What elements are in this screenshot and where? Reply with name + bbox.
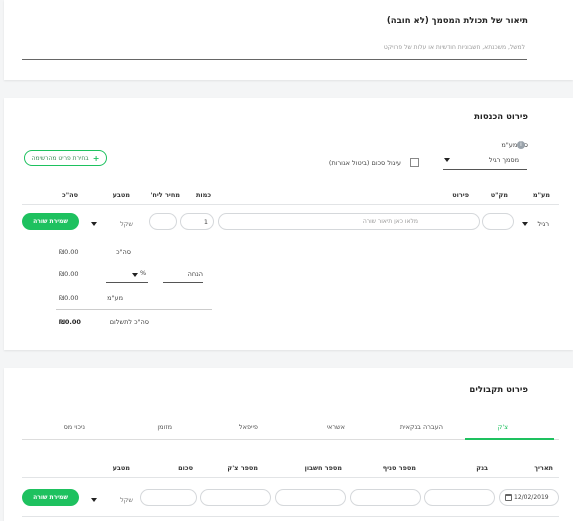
col-header-date: תאריך [534,464,553,472]
tab-paypal[interactable]: פייפאל [239,423,258,431]
vat-type-select[interactable]: מסמך רגיל [489,156,519,164]
bank-input[interactable] [424,489,495,506]
payments-title: פירוט תקבולים [469,385,528,395]
row-vat-select[interactable]: רגיל [538,220,550,228]
income-title: פירוט הכנסות [474,112,528,122]
payment-currency-select[interactable]: שקל [120,496,133,504]
vat-label: מע"מ [107,294,123,302]
col-header-total: סה"כ [62,191,78,199]
subtotal-value: ₪0.00 [59,248,79,256]
subtotal-label: סה"כ [116,248,131,256]
tab-credit[interactable]: אשראי [327,423,345,431]
account-input[interactable] [275,489,346,506]
payments-row-divider [22,516,559,517]
tab-cash[interactable]: מזומן [157,423,172,431]
col-header-detail: פירוט [452,191,469,199]
vat-type-underline [443,169,527,170]
discount-value: ₪0.00 [59,270,79,278]
col-header-currency: מטבע [112,191,130,199]
check-no-input[interactable] [200,489,271,506]
tab-tax-deduction[interactable]: ניכוי מס [64,423,85,431]
save-payment-row-button[interactable]: שמירת שורה [22,489,79,506]
branch-input[interactable] [350,489,421,506]
vat-type-chevron-down-icon[interactable] [444,158,450,162]
discount-amount-input[interactable] [163,282,203,283]
amount-input[interactable] [140,489,197,506]
grand-total-label: סה"כ לתשלום [109,318,149,326]
vat-value: ₪0.00 [59,294,79,302]
add-item-button[interactable]: בחירת פריט מהרשימה + [24,150,107,166]
row-qty-input[interactable]: 1 [180,213,214,230]
grand-total-value: ₪0.00 [59,318,81,326]
discount-type-underline [106,282,148,283]
row-unit-price-input[interactable] [149,213,177,230]
description-underline [22,59,527,60]
row-vat-chevron-down-icon[interactable] [522,222,528,226]
row-currency-chevron-down-icon[interactable] [91,222,97,226]
col-header-unit-price: מחיר ליח' [150,191,180,199]
header-divider [22,204,559,205]
round-label: עיגול סכום (ביטול אגורות) [328,159,401,167]
col-header-branch: מספר סניף [382,464,416,472]
col-header-currency: מטבע [112,464,130,472]
active-tab-indicator [465,438,554,440]
add-item-label: בחירת פריט מהרשימה [31,154,89,162]
plus-icon: + [92,153,100,163]
row-detail-input[interactable]: מלאו כאן תיאור שורה [218,213,480,230]
date-input[interactable]: 12/02/2019 [499,489,559,506]
col-header-qty: כמות [195,191,211,199]
percent-sign: % [140,269,147,277]
col-header-amount: סכום [178,464,193,472]
col-header-sku: מק"ט [490,191,508,199]
row-detail-placeholder: מלאו כאן תיאור שורה [362,218,418,225]
row-sku-input[interactable] [482,213,514,230]
save-row-button[interactable]: שמירת שורה [22,213,79,230]
payments-card: פירוט תקבולים צ'ק העברה בנקאית אשראי פיי… [4,368,573,521]
col-header-account: מספר חשבון [304,464,342,472]
description-input[interactable]: למשל, משכנתא, חשבוניות חודשיות או עלות ש… [384,44,525,51]
round-checkbox[interactable] [410,158,419,167]
row-qty-value: 1 [203,218,208,226]
description-card: תיאור של תכולת המסמך (לא חובה) למשל, משכ… [4,0,573,80]
summary-divider [56,309,212,310]
payments-header-divider [22,477,559,478]
description-title: תיאור של תכולת המסמך (לא חובה) [386,16,528,26]
payment-currency-chevron-down-icon[interactable] [91,498,97,502]
col-header-bank: בנק [476,464,488,472]
discount-type-chevron-down-icon[interactable] [132,273,138,277]
info-icon: i [517,141,525,149]
tab-bank-transfer[interactable]: העברה בנקאית [400,423,443,431]
tab-check[interactable]: צ'ק [498,423,508,431]
income-card: פירוט הכנסות סוג מע"מ i מסמך רגיל עיגול … [4,98,573,350]
date-value: 12/02/2019 [514,494,549,501]
row-currency-select[interactable]: שקל [120,220,133,228]
col-header-check-no: מספר צ'ק [227,464,258,472]
discount-label: הנחה [187,270,203,278]
col-header-vat: מע"מ [532,191,550,199]
calendar-icon [505,494,512,501]
